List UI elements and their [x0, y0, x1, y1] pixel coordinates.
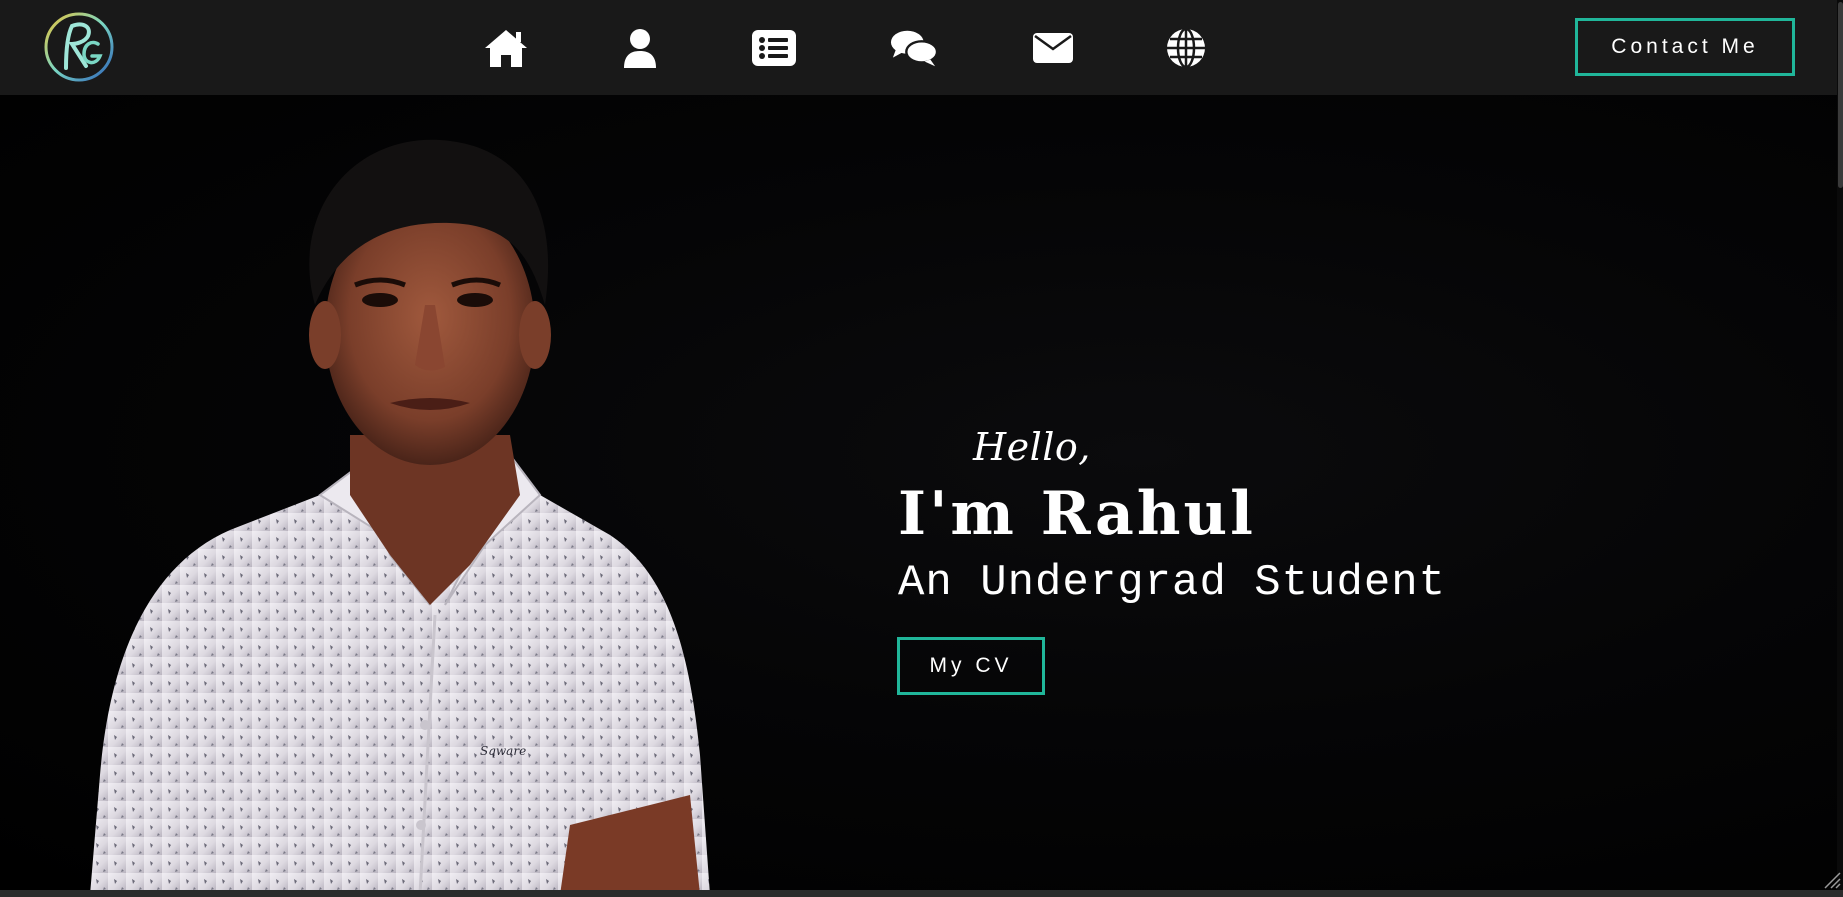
portrait-photo: Sqware [90, 135, 850, 890]
home-icon[interactable] [482, 24, 530, 72]
user-icon[interactable] [616, 24, 664, 72]
window-bottom-edge [0, 890, 1843, 897]
nav-icon-bar [0, 0, 1837, 95]
globe-icon[interactable] [1162, 24, 1210, 72]
hero-role: An Undergrad Student [898, 558, 1447, 608]
resize-grip-icon[interactable] [1821, 869, 1841, 889]
list-icon[interactable] [750, 24, 798, 72]
envelope-icon[interactable] [1029, 24, 1077, 72]
hero-name: I'm Rahul [898, 479, 1256, 549]
svg-text:Sqware: Sqware [480, 744, 526, 758]
contact-me-button[interactable]: Contact Me [1575, 18, 1795, 76]
comments-icon[interactable] [890, 24, 938, 72]
hero-greeting: Hello, [973, 425, 1091, 469]
page: Contact Me Sqware Hello, I'm Rahul An Un… [0, 0, 1843, 897]
vertical-scrollbar[interactable] [1837, 0, 1843, 890]
navbar: Contact Me [0, 0, 1837, 95]
scrollbar-thumb[interactable] [1838, 2, 1843, 188]
hero-section: Sqware Hello, I'm Rahul An Undergrad Stu… [0, 95, 1837, 890]
my-cv-button[interactable]: My CV [897, 637, 1045, 695]
